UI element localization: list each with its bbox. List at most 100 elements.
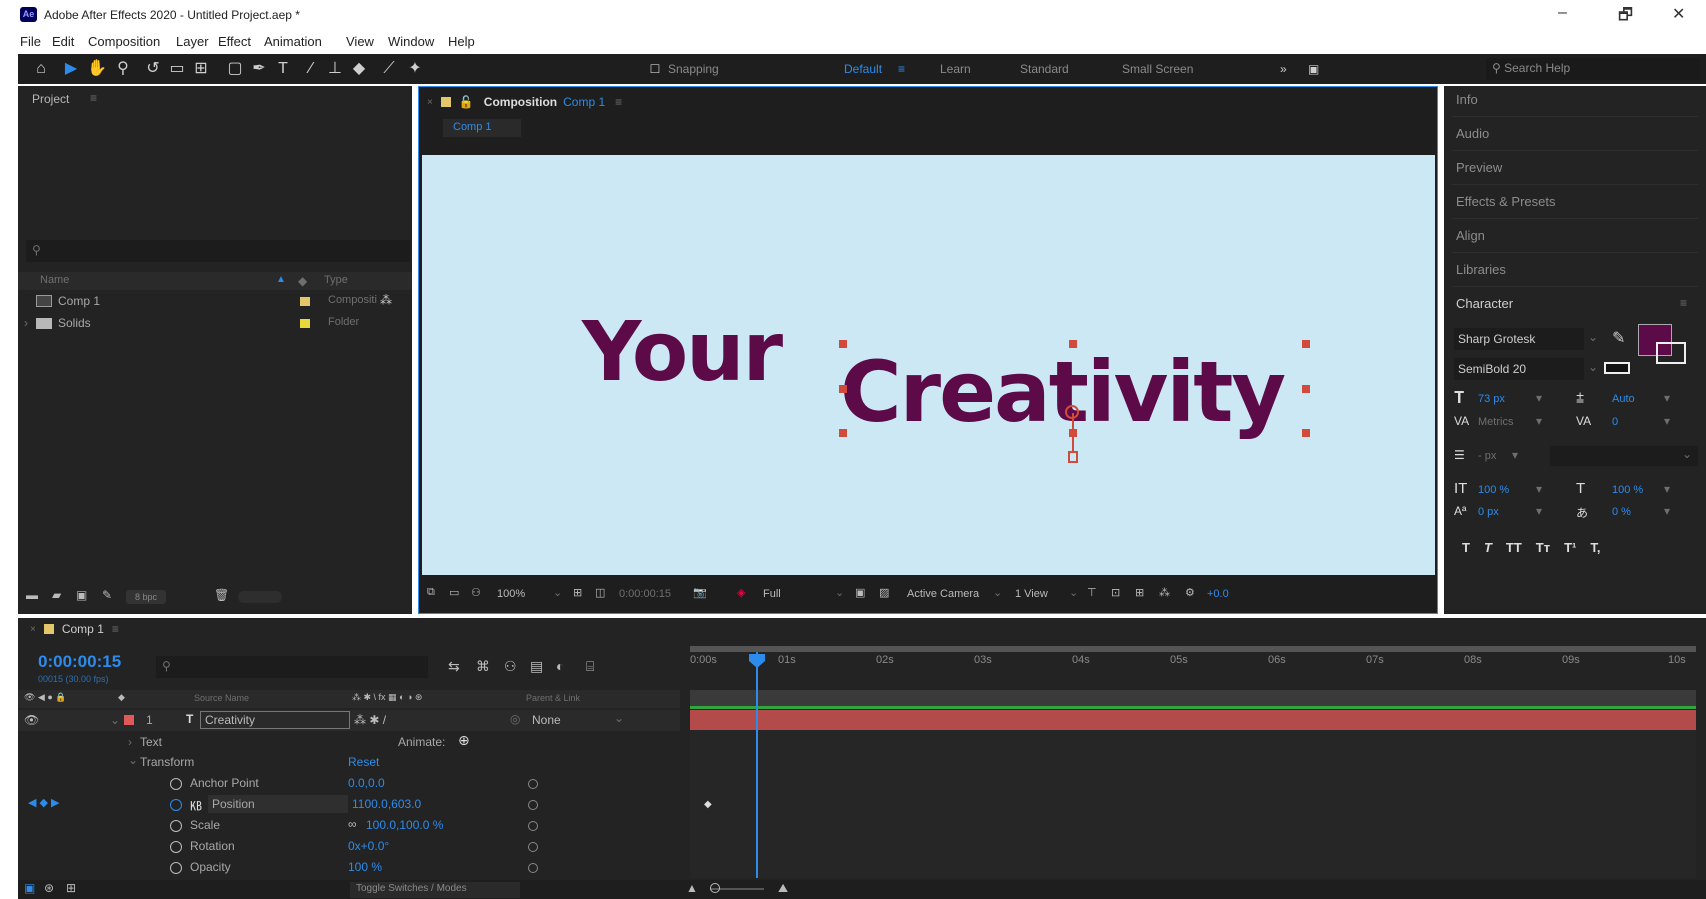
info-panel-tab[interactable]: Info [1456, 92, 1478, 107]
timeline-tab[interactable]: × Comp 1 ≡ [30, 622, 119, 636]
work-area-bar[interactable] [690, 646, 1696, 652]
frame-blending-icon[interactable]: ▤ [530, 658, 543, 675]
project-item-comp-1[interactable]: Comp 1 Compositi ⁂ [18, 292, 412, 312]
pan-behind-tool-icon[interactable]: ⊞ [190, 59, 212, 79]
pen-tool-icon[interactable]: ✒ [248, 59, 270, 79]
transparency-grid-icon[interactable]: ▨ [879, 586, 889, 599]
expand-arrow-icon[interactable]: › [24, 316, 28, 330]
zoom-slider-thumb[interactable] [710, 883, 720, 893]
tracking-value[interactable]: 0 [1612, 416, 1618, 428]
source-name-header[interactable]: Source Name [194, 693, 249, 703]
all-caps-button[interactable]: TT [1506, 540, 1522, 555]
panel-menu-icon[interactable]: ≡ [112, 622, 119, 636]
font-family-dropdown[interactable]: Sharp Grotesk [1454, 328, 1584, 350]
property-transform-group[interactable]: ⌄ Transform Reset [18, 752, 680, 773]
menu-composition[interactable]: Composition [88, 34, 160, 49]
workspace-standard[interactable]: Standard [1020, 62, 1069, 76]
snapping-label[interactable]: Snapping [668, 62, 719, 76]
resolution-icon[interactable]: ⊞ [573, 586, 582, 599]
menu-animation[interactable]: Animation [264, 34, 322, 49]
parent-dropdown[interactable]: None [532, 713, 561, 727]
expression-pickwhip-icon[interactable] [528, 842, 538, 852]
transform-handle[interactable] [1302, 340, 1310, 348]
font-size-value[interactable]: 73 px [1478, 393, 1505, 405]
comment-icon[interactable]: ▭ [449, 586, 459, 599]
expression-pickwhip-icon[interactable] [528, 779, 538, 789]
roto-brush-tool-icon[interactable]: ⟋ [378, 59, 400, 79]
stopwatch-icon[interactable] [170, 820, 182, 832]
expand-arrow-icon[interactable]: › [128, 735, 132, 749]
color-depth-button[interactable]: 8 bpc [126, 590, 166, 604]
hide-shy-layers-icon[interactable]: ⚇ [504, 658, 517, 675]
minimize-button[interactable]: – [1558, 4, 1567, 22]
property-position[interactable]: ◀ ◆ ▶ ㎅ Position 1100.0,603.0 [18, 794, 680, 815]
workspace-small-screen[interactable]: Small Screen [1122, 62, 1193, 76]
zoom-tool-icon[interactable]: ⚲ [112, 59, 134, 79]
toggle-switches-modes-button[interactable]: Toggle Switches / Modes [350, 882, 520, 898]
font-style-dropdown[interactable]: SemiBold 20 [1454, 358, 1584, 380]
collapse-arrow-icon[interactable]: ⌄ [128, 753, 138, 767]
rotation-value[interactable]: 0x+0.0° [348, 839, 389, 853]
preview-panel-tab[interactable]: Preview [1456, 160, 1502, 175]
position-value[interactable]: 1100.0,603.0 [352, 797, 421, 811]
project-settings-icon[interactable]: ✎ [102, 588, 112, 602]
snapshot-camera-icon[interactable]: 📷 [693, 586, 707, 599]
search-help-field[interactable]: ⚲ Search Help [1486, 58, 1700, 80]
project-search-input[interactable]: ⚲ [26, 240, 410, 262]
menu-layer[interactable]: Layer [176, 34, 209, 49]
position-keyframe-marker[interactable] [1068, 451, 1078, 463]
workspace-learn[interactable]: Learn [940, 62, 971, 76]
composition-mini-flowchart-icon[interactable]: ⇆ [448, 658, 460, 675]
vertical-scale-value[interactable]: 100 % [1478, 484, 1509, 496]
interpret-footage-icon[interactable]: ▬ [26, 588, 38, 602]
expand-in-out-icon[interactable]: ⊞ [66, 881, 76, 895]
layer-row-creativity[interactable]: 👁 ⌄ 1 T Creativity ⁂ ✱ / ◎ None ⌄ [18, 710, 680, 731]
panel-toggle-icon[interactable]: ▣ [1308, 62, 1319, 76]
flowchart-icon[interactable]: ⁂ [1159, 586, 1170, 599]
timeline-icon[interactable]: ⊞ [1135, 586, 1144, 599]
stopwatch-icon[interactable] [170, 862, 182, 874]
current-timecode[interactable]: 0:00:00:15 [38, 652, 121, 672]
toggle-pixel-aspect-icon[interactable]: ⊤ [1087, 586, 1097, 599]
composition-canvas[interactable]: Your Creativity [422, 155, 1435, 575]
transform-handle[interactable] [1069, 340, 1077, 348]
faux-italic-button[interactable]: T [1484, 540, 1492, 555]
vr-icon[interactable]: ⚇ [471, 586, 481, 599]
brush-tool-icon[interactable]: ⁄ [300, 59, 322, 79]
always-preview-icon[interactable]: ⧉ [427, 586, 435, 599]
menu-view[interactable]: View [346, 34, 374, 49]
motion-blur-icon[interactable]: ◐ [556, 658, 564, 674]
clone-stamp-tool-icon[interactable]: ⊥ [324, 59, 346, 79]
text-layer-creativity[interactable]: Creativity [840, 343, 1286, 441]
parent-link-header[interactable]: Parent & Link [526, 693, 580, 703]
expand-layer-switches-icon[interactable]: ▣ [24, 881, 35, 895]
expression-pickwhip-icon[interactable] [528, 821, 538, 831]
keyframe-navigator-icon[interactable]: ◀ ◆ ▶ [28, 796, 60, 809]
default-colors-icon[interactable] [1604, 362, 1630, 374]
horizontal-scale-value[interactable]: 100 % [1612, 484, 1643, 496]
faux-bold-button[interactable]: T [1462, 540, 1470, 555]
zoom-in-icon[interactable]: ⛰ [778, 881, 788, 896]
home-icon[interactable]: ⌂ [30, 59, 52, 79]
baseline-shift-value[interactable]: 0 px [1478, 506, 1499, 518]
panel-menu-icon[interactable]: ≡ [1680, 296, 1687, 310]
transform-handle[interactable] [1302, 385, 1310, 393]
menu-effect[interactable]: Effect [218, 34, 251, 49]
transform-reset-link[interactable]: Reset [348, 755, 379, 769]
anchor-point-icon[interactable] [1065, 405, 1079, 419]
layer-name-field[interactable]: Creativity [200, 711, 350, 729]
rotation-tool-icon[interactable]: ↺ [142, 59, 164, 79]
graph-editor-icon[interactable]: ⌸ [586, 658, 594, 675]
panel-menu-icon[interactable]: ≡ [90, 91, 97, 105]
superscript-button[interactable]: T¹ [1564, 540, 1576, 555]
puppet-pin-tool-icon[interactable]: ✦ [404, 59, 426, 79]
transform-handle[interactable] [839, 385, 847, 393]
menu-help[interactable]: Help [448, 34, 475, 49]
property-opacity[interactable]: Opacity 100 % [18, 857, 680, 878]
stroke-color-swatch[interactable] [1656, 342, 1686, 364]
expand-transfer-controls-icon[interactable]: ⊛ [44, 881, 54, 895]
small-caps-button[interactable]: Tт [1536, 540, 1550, 555]
close-panel-icon[interactable]: × [427, 97, 433, 108]
constrain-proportions-icon[interactable]: ∞ [348, 817, 357, 831]
tsume-value[interactable]: 0 % [1612, 506, 1631, 518]
